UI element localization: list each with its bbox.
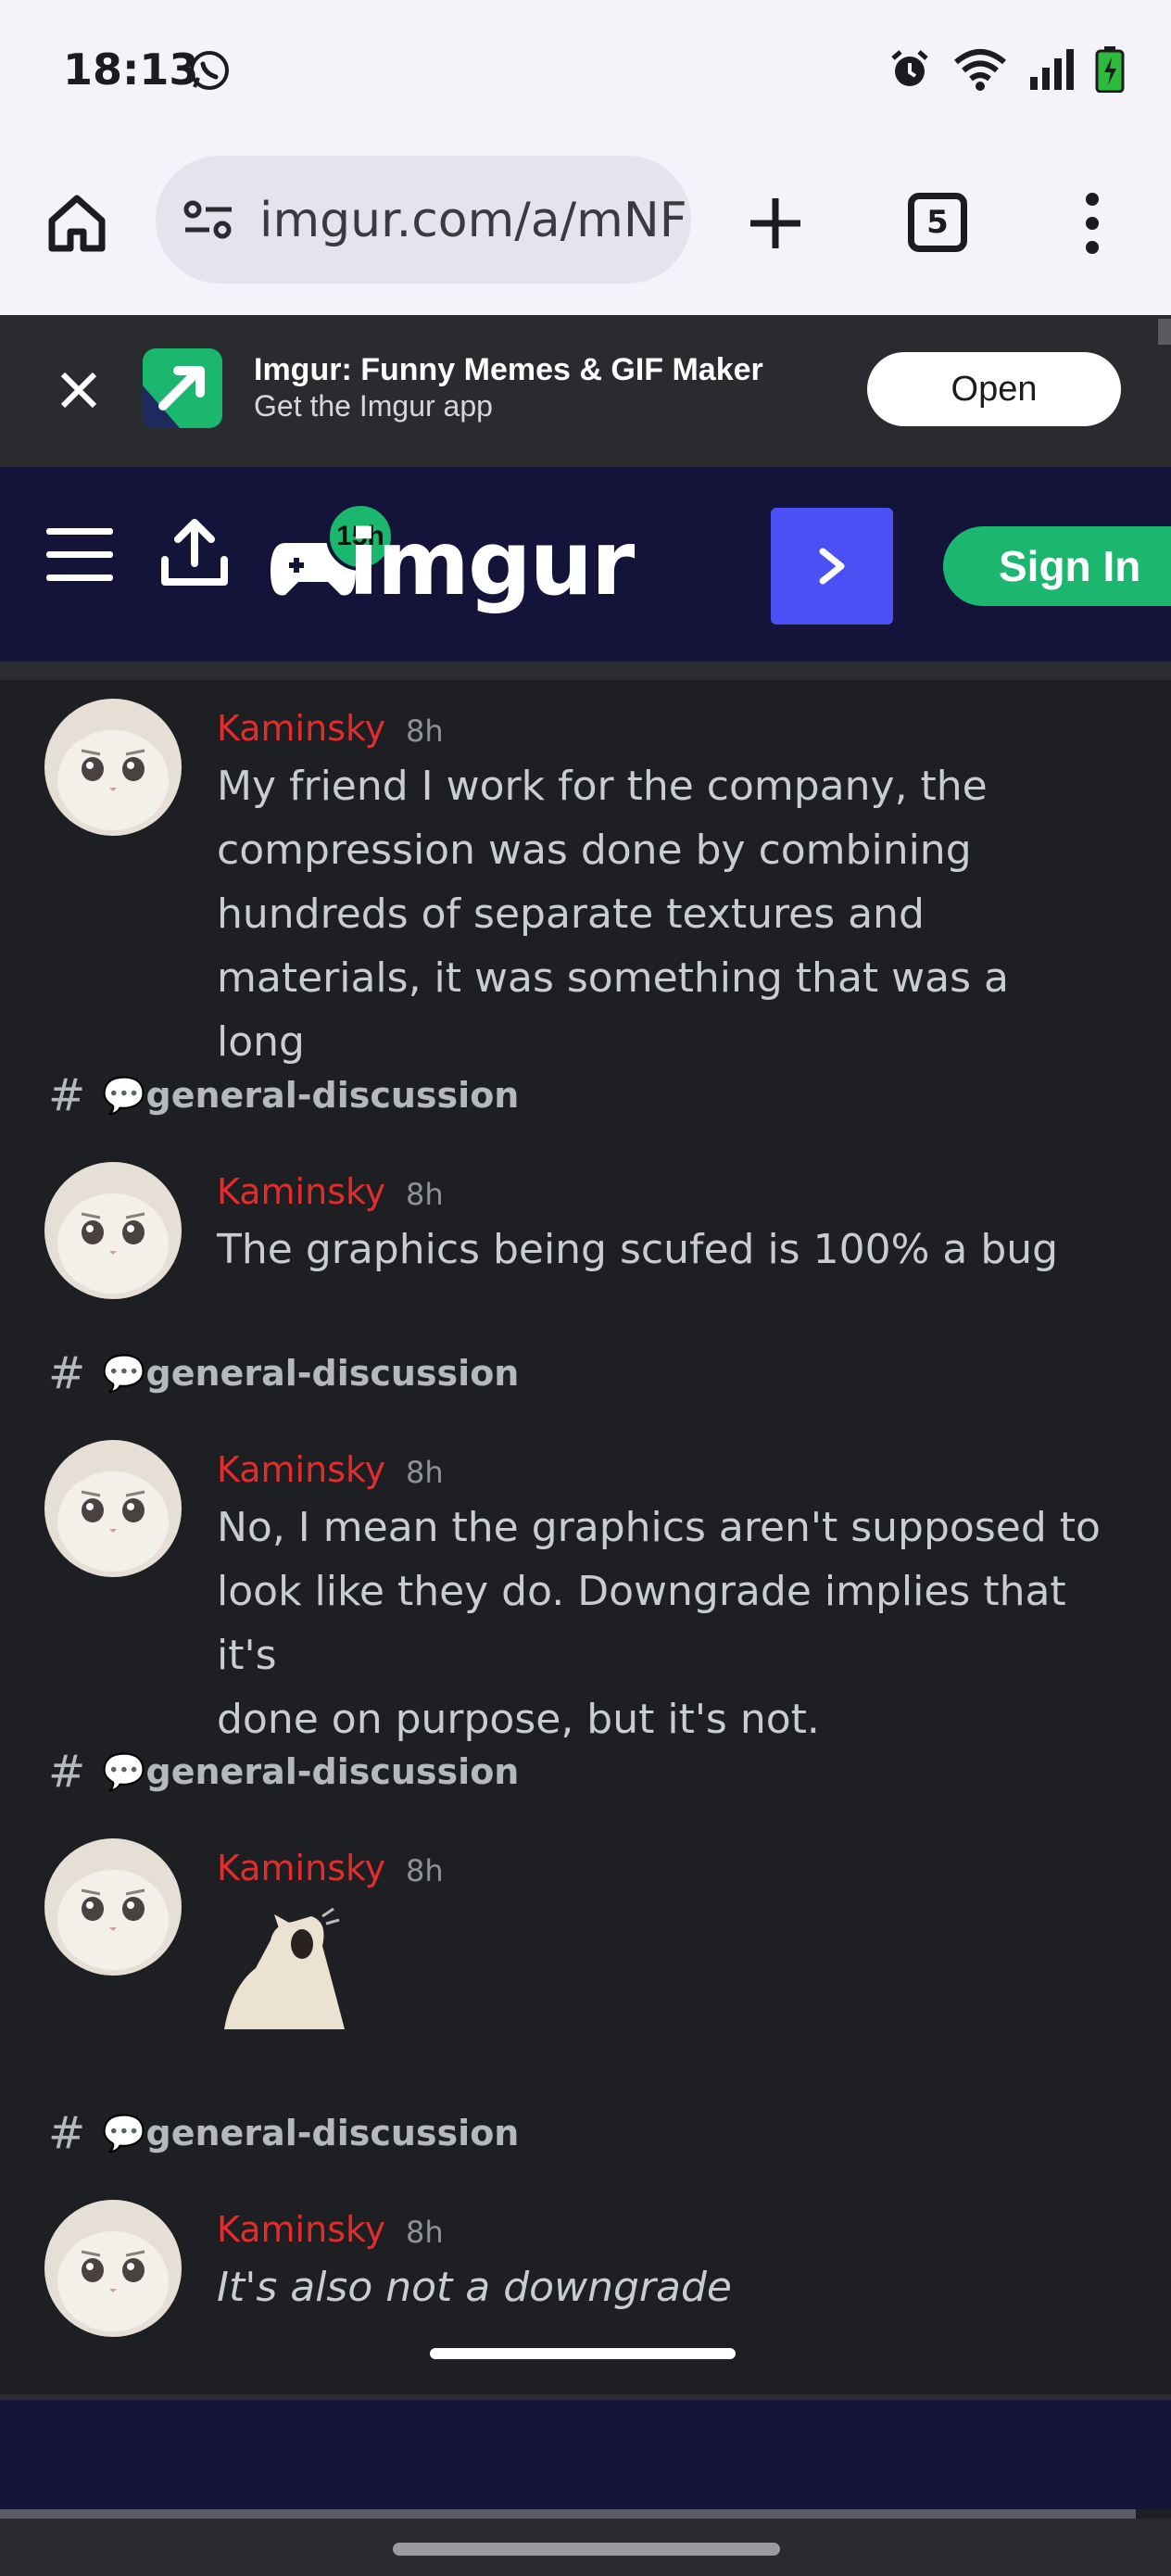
logo-text: imgur: [348, 511, 635, 615]
system-nav-bar: [0, 2519, 1171, 2576]
message-time: 8h: [406, 1455, 444, 1490]
page-scroll-indicator: [0, 2509, 1136, 2519]
banner-title: Imgur: Funny Memes & GIF Maker: [254, 352, 763, 387]
sign-in-button[interactable]: Sign In: [943, 526, 1171, 606]
hash-icon: #: [48, 1746, 86, 1798]
hash-icon: #: [48, 2107, 86, 2159]
message-time: 8h: [406, 2215, 444, 2250]
open-app-button[interactable]: Open: [867, 352, 1121, 426]
message-author[interactable]: Kaminsky: [217, 2209, 385, 2250]
avatar: [44, 1838, 182, 1976]
message-time: 8h: [406, 713, 444, 749]
imgur-app-icon: [143, 348, 222, 428]
gesture-handle[interactable]: [393, 2543, 780, 2556]
whatsapp-icon: [190, 51, 229, 90]
message-author[interactable]: Kaminsky: [217, 1848, 385, 1888]
message-text: It's also not a downgrade: [217, 2264, 732, 2311]
message-author[interactable]: Kaminsky: [217, 708, 385, 749]
message-text: No, I mean the graphics aren't supposed …: [217, 1504, 1101, 1743]
app-install-banner: Imgur: Funny Memes & GIF Maker Get the I…: [0, 315, 1171, 467]
battery-icon: [1095, 46, 1125, 93]
message-text: The graphics being scufed is 100% a bug: [217, 1226, 1059, 1273]
scrollbar[interactable]: [1158, 319, 1171, 345]
avatar: [44, 2200, 182, 2337]
hash-icon: #: [48, 1347, 86, 1399]
url-text: imgur.com/a/mNF: [259, 193, 687, 248]
channel-header[interactable]: # 💬general-discussion: [48, 1347, 519, 1399]
upload-icon[interactable]: [159, 515, 230, 589]
message-time: 8h: [406, 1853, 444, 1888]
message-time: 8h: [406, 1177, 444, 1212]
menu-icon[interactable]: [46, 528, 113, 581]
imgur-header: 15h imgur Sign In: [0, 467, 1171, 662]
browser-toolbar: imgur.com/a/mNF 5: [0, 139, 1171, 315]
home-icon[interactable]: [46, 193, 107, 254]
banner-subtitle: Get the Imgur app: [254, 389, 493, 423]
close-icon[interactable]: [56, 367, 102, 413]
status-bar: 18:13: [0, 0, 1171, 139]
avatar: [44, 699, 182, 836]
message-text: My friend I work for the company, the co…: [217, 763, 1009, 1066]
signal-icon: [1030, 49, 1074, 90]
imgur-footer: [0, 2394, 1171, 2509]
channel-header[interactable]: # 💬general-discussion: [48, 1746, 519, 1798]
image-home-indicator: [430, 2348, 736, 2359]
avatar: [44, 1162, 182, 1299]
message-author[interactable]: Kaminsky: [217, 1171, 385, 1212]
address-bar[interactable]: imgur.com/a/mNF: [156, 156, 691, 284]
screaming-cat-sticker: [224, 1907, 345, 2029]
status-time: 18:13: [63, 44, 199, 95]
chevron-right-icon: [819, 548, 845, 585]
channel-header[interactable]: # 💬general-discussion: [48, 2107, 519, 2159]
next-post-button[interactable]: [771, 508, 893, 625]
site-settings-icon[interactable]: [182, 196, 235, 243]
channel-header[interactable]: # 💬general-discussion: [48, 1069, 519, 1121]
imgur-logo[interactable]: 15h imgur: [269, 495, 635, 634]
wifi-icon: [954, 49, 1006, 91]
avatar: [44, 1440, 182, 1577]
more-options-icon[interactable]: [1082, 191, 1102, 256]
new-tab-icon[interactable]: [747, 195, 804, 252]
tab-switcher-button[interactable]: 5: [908, 193, 967, 252]
post-image: Kaminsky 8h My friend I work for the com…: [0, 319, 1171, 2394]
message-author[interactable]: Kaminsky: [217, 1449, 385, 1490]
hash-icon: #: [48, 1069, 86, 1121]
alarm-icon: [891, 50, 928, 86]
